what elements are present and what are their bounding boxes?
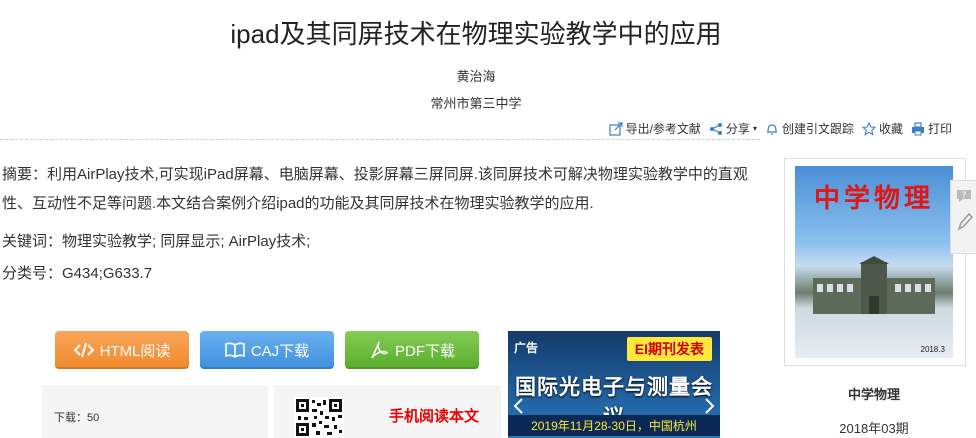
printer-icon — [911, 121, 924, 135]
author-link[interactable]: 黄治海 — [0, 66, 952, 85]
caj-download-label: CAJ下载 — [250, 342, 310, 360]
mobile-read-box[interactable]: 手机阅读本文 — [274, 385, 501, 438]
article-title: ipad及其同屏技术在物理实验教学中的应用 — [230, 19, 722, 49]
keywords: 关键词：物理实验教学; 同屏显示; AirPlay技术; — [2, 233, 311, 250]
download-count-box: 下载：50 — [42, 385, 268, 438]
abstract-text: 摘要：利用AirPlay技术,可实现iPad屏幕、电脑屏幕、投影屏幕三屏同屏.该… — [2, 166, 748, 212]
pencil-icon[interactable] — [955, 211, 973, 233]
pdf-download-label: PDF下载 — [394, 342, 455, 360]
cite-track-label: 创建引文跟踪 — [781, 122, 854, 136]
print-label: 打印 — [927, 122, 952, 136]
cover-title: 中学物理 — [813, 184, 934, 214]
qr-code-icon — [294, 397, 344, 438]
code-icon — [73, 342, 94, 358]
ad-tag: 广告 — [514, 341, 539, 355]
print-button[interactable]: 打印 — [911, 120, 952, 137]
export-label: 导出/参考文献 — [625, 122, 701, 136]
journal-issue[interactable]: 2018年03期 — [784, 418, 964, 437]
create-citation-tracking-button[interactable]: 创建引文跟踪 — [765, 120, 854, 137]
star-icon — [861, 121, 876, 136]
cover-issue: 2018.3 — [920, 345, 945, 354]
svg-text:?: ? — [962, 191, 967, 201]
side-feedback-toolbar: ? — [950, 180, 976, 254]
share-icon — [709, 122, 722, 135]
export-references-button[interactable]: 导出/参考文献 — [608, 120, 701, 137]
mobile-read-label: 手机阅读本文 — [389, 408, 480, 425]
classification-number: 分类号：G434;G633.7 — [2, 265, 153, 282]
share-label: 分享 — [725, 122, 750, 136]
html-read-label: HTML阅读 — [99, 342, 171, 360]
export-icon — [608, 121, 623, 136]
chevron-down-icon: ▾ — [752, 124, 757, 133]
download-count: 下载：50 — [54, 412, 100, 424]
favorite-label: 收藏 — [878, 122, 903, 136]
journal-name[interactable]: 中学物理 — [784, 384, 964, 403]
journal-cover[interactable]: 中学物理 2018.3 — [784, 158, 966, 366]
journal-cover-image: 中学物理 2018.3 — [795, 166, 953, 358]
organization-link[interactable]: 常州市第三中学 — [0, 93, 952, 112]
pdf-download-button[interactable]: PDF下载 — [345, 331, 479, 369]
bell-icon — [766, 123, 777, 135]
carousel-prev-arrow-icon[interactable] — [512, 397, 524, 415]
ad-headline: EI期刊发表 — [626, 337, 712, 361]
caj-download-button[interactable]: CAJ下载 — [200, 331, 334, 369]
question-icon[interactable]: ? — [955, 187, 973, 205]
building-illustration — [813, 256, 935, 314]
advertisement-banner[interactable]: 广告 EI期刊发表 国际光电子与测量会议 2019年11月28-30日，中国杭州 — [508, 331, 720, 438]
book-icon — [225, 342, 245, 358]
divider — [0, 139, 760, 140]
share-button[interactable]: 分享 ▾ — [709, 120, 757, 137]
pdf-icon — [371, 341, 388, 359]
favorite-button[interactable]: 收藏 — [861, 120, 903, 137]
ad-date: 2019年11月28-30日，中国杭州 — [508, 415, 720, 436]
carousel-next-arrow-icon[interactable] — [704, 397, 716, 415]
article-toolbar: 导出/参考文献 分享 ▾ 创建引文跟踪 收藏 打印 — [608, 120, 952, 137]
html-read-button[interactable]: HTML阅读 — [55, 331, 189, 369]
